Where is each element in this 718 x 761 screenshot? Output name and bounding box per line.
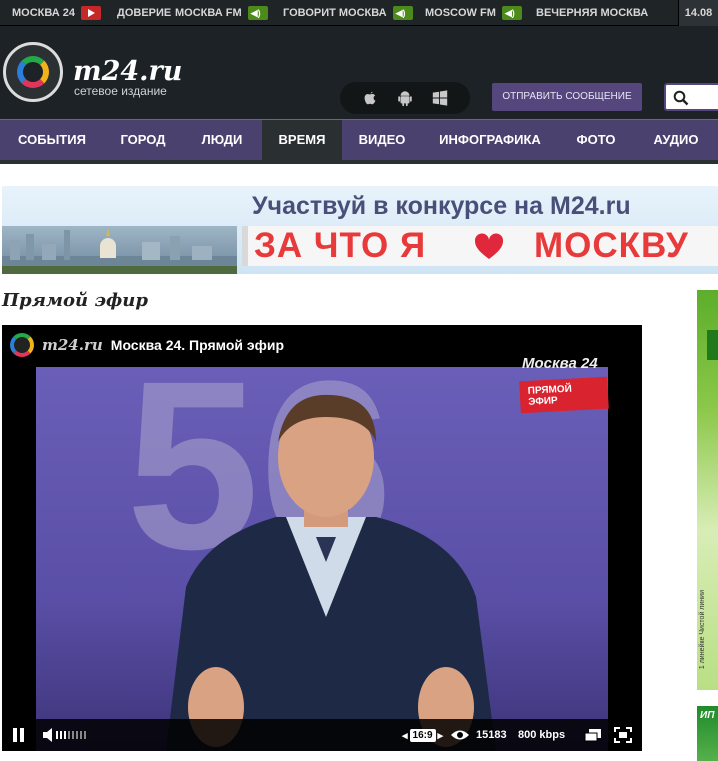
m24-logo-icon — [10, 333, 34, 357]
player-title: Москва 24. Прямой эфир — [110, 337, 285, 353]
contest-banner[interactable]: Участвуй в конкурсе на M24.ru ЗА ЧТО Я М… — [2, 186, 718, 274]
city-skyline-image — [2, 226, 237, 274]
fullscreen-button[interactable] — [614, 719, 632, 751]
nav-item-foto[interactable]: ФОТО — [558, 120, 634, 160]
player-header: m24.ru Москва 24. Прямой эфир — [10, 333, 284, 357]
channel-badge: Москва 24 — [522, 355, 598, 372]
send-message-button[interactable]: ОТПРАВИТЬ СООБЩЕНИЕ — [492, 83, 642, 111]
nav-item-vremya[interactable]: ВРЕМЯ — [262, 120, 342, 160]
apple-icon[interactable] — [361, 89, 379, 107]
viewers-counter: 15183 — [450, 719, 507, 751]
aspect-ratio-button[interactable]: ◂ 16:9 ▸ — [402, 719, 443, 751]
banner-slogan-right: МОСКВУ — [534, 226, 689, 265]
topbar-item-govorit-moskva[interactable]: ГОВОРИТ МОСКВА — [283, 0, 413, 26]
topbar-item-moscowfm[interactable]: MOSCOW FM — [425, 0, 522, 26]
aspect-prev-icon[interactable]: ◂ — [402, 729, 408, 742]
aspect-next-icon[interactable]: ▸ — [438, 729, 444, 742]
volume-icon[interactable] — [42, 727, 90, 743]
aspect-ratio-label: 16:9 — [409, 728, 436, 742]
topbar-item-vechernyaya-moskva[interactable]: ВЕЧЕРНЯЯ МОСКВА — [536, 0, 648, 26]
ad-bottom-text: ИП — [700, 710, 715, 721]
live-badge: ПРЯМОЙ ЭФИР — [519, 376, 609, 414]
video-frame[interactable]: 56 Москва 24 ПРЯМОЙ ЭФИР — [36, 331, 609, 751]
nav-item-lyudi[interactable]: ЛЮДИ — [182, 120, 262, 160]
heart-icon — [474, 233, 504, 259]
pause-icon[interactable] — [12, 727, 26, 743]
page-title: Прямой эфир — [2, 290, 148, 311]
logo-subtitle: сетевое издание — [74, 84, 167, 98]
play-icon[interactable] — [81, 6, 102, 20]
search-input[interactable] — [664, 83, 718, 111]
nav-divider — [0, 160, 718, 164]
video-player[interactable]: 56 Москва 24 ПРЯМОЙ ЭФИР m24.ru Москва 2… — [2, 325, 642, 751]
popout-button[interactable] — [584, 719, 602, 751]
sidebar-ad-bottom[interactable]: ИП — [697, 706, 718, 761]
volume-slider[interactable] — [42, 719, 90, 751]
nav-item-audio[interactable]: АУДИО — [634, 120, 718, 160]
banner-headline: Участвуй в конкурсе на M24.ru — [252, 192, 631, 220]
player-brand: m24.ru — [42, 336, 103, 354]
sidebar-ad[interactable]: 1 линейке Чистой линии — [697, 290, 718, 690]
ad-tab — [707, 330, 718, 360]
windows-icon[interactable] — [431, 89, 449, 107]
android-icon[interactable] — [396, 89, 414, 107]
date-label: 14.08 — [678, 0, 718, 26]
audio-icon[interactable] — [501, 0, 522, 26]
presenter-image — [166, 394, 496, 751]
nav-item-sobytiya[interactable]: СОБЫТИЯ — [0, 120, 104, 160]
top-bar: МОСКВА 24 ДОВЕРИЕ МОСКВА FM ГОВОРИТ МОСК… — [0, 0, 718, 26]
banner-slogan-left: ЗА ЧТО Я — [254, 226, 427, 265]
ad-vertical-text: 1 линейке Чистой линии — [699, 590, 706, 670]
logo-text[interactable]: m24.ru — [73, 56, 182, 87]
nav-item-video[interactable]: ВИДЕО — [342, 120, 422, 160]
bitrate-button[interactable]: 800 kbps — [518, 719, 565, 751]
audio-icon[interactable] — [247, 0, 268, 26]
topbar-item-doverie[interactable]: ДОВЕРИЕ — [117, 0, 171, 26]
site-header: m24.ru сетевое издание ОТПРАВИТЬ СООБЩЕН… — [0, 26, 718, 119]
popout-icon[interactable] — [584, 728, 602, 742]
main-nav: СОБЫТИЯ ГОРОД ЛЮДИ ВРЕМЯ ВИДЕО ИНФОГРАФИ… — [0, 119, 718, 160]
topbar-item-moskvafm[interactable]: МОСКВА FM — [175, 0, 268, 26]
bitrate-label: 800 kbps — [518, 729, 566, 741]
nav-item-infografika[interactable]: ИНФОГРАФИКА — [422, 120, 558, 160]
nav-item-gorod[interactable]: ГОРОД — [104, 120, 182, 160]
eye-icon — [451, 730, 469, 740]
search-icon[interactable] — [673, 90, 689, 106]
platform-links — [340, 82, 470, 114]
audio-icon[interactable] — [392, 0, 413, 26]
pause-button[interactable] — [12, 719, 26, 751]
viewers-count: 15183 — [476, 729, 507, 741]
fullscreen-icon[interactable] — [614, 727, 632, 743]
m24-logo-icon[interactable] — [3, 42, 63, 102]
topbar-item-moskva24[interactable]: МОСКВА 24 — [12, 0, 102, 26]
player-controls: ◂ 16:9 ▸ 15183 800 kbps — [2, 719, 642, 751]
